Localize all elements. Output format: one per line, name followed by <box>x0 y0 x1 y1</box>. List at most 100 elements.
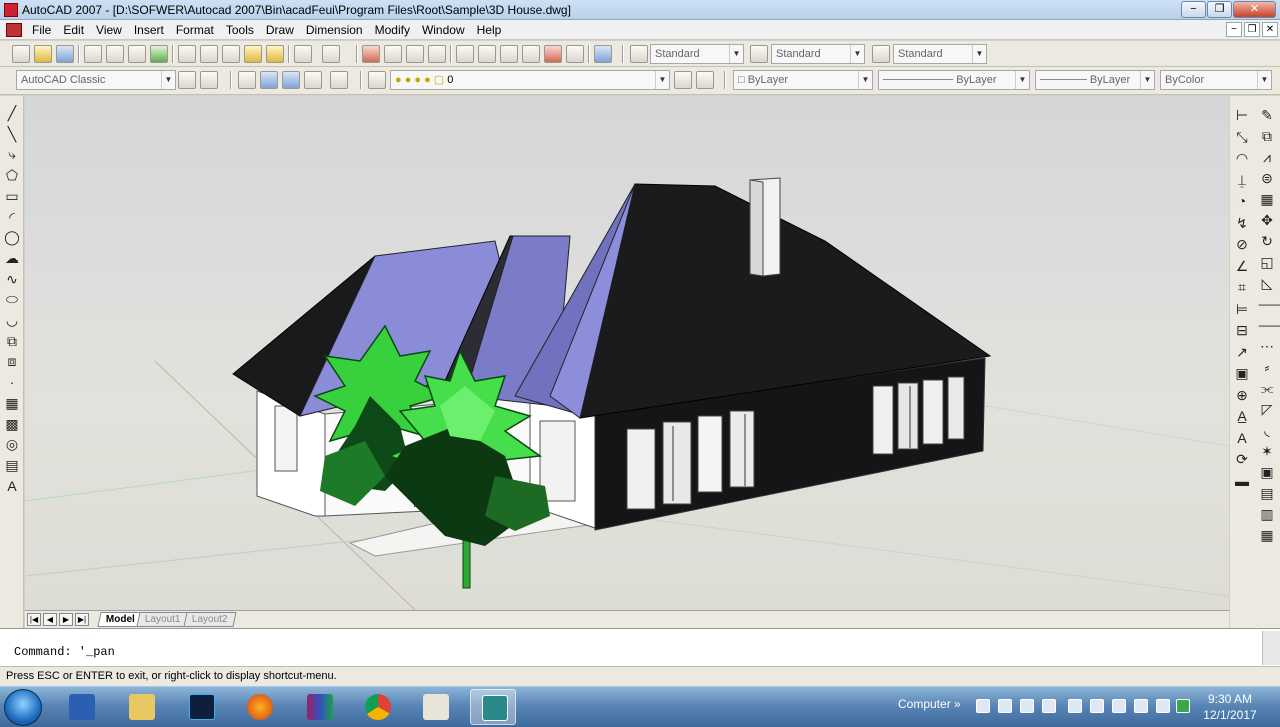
tab-layout2[interactable]: Layout2 <box>183 612 237 627</box>
next-tab-button[interactable]: ▶ <box>59 613 73 626</box>
materials-icon[interactable] <box>304 71 322 89</box>
menu-insert[interactable]: Insert <box>128 20 170 40</box>
menu-view[interactable]: View <box>90 20 128 40</box>
open-icon[interactable] <box>34 45 52 63</box>
zoom-previous-icon[interactable] <box>428 45 446 63</box>
undo-icon[interactable] <box>294 45 312 63</box>
block-editor-icon[interactable] <box>266 45 284 63</box>
workspace-save-icon[interactable] <box>200 71 218 89</box>
tray-app-icon[interactable] <box>998 699 1012 713</box>
make-current-layer-icon[interactable] <box>674 71 692 89</box>
paste-icon[interactable] <box>222 45 240 63</box>
color-select[interactable]: □ ByLayer ▼ <box>733 70 873 90</box>
dim-update-icon[interactable]: ⟳ <box>1233 450 1251 468</box>
cut-icon[interactable] <box>178 45 196 63</box>
draworder-back-icon[interactable]: ▤ <box>1258 484 1276 502</box>
draworder-under-icon[interactable]: ▦ <box>1258 526 1276 544</box>
close-button[interactable]: ✕ <box>1233 1 1276 18</box>
linear-dim-icon[interactable]: ⊢ <box>1233 106 1251 124</box>
firefox-app-button[interactable] <box>236 689 282 725</box>
last-tab-button[interactable]: ▶| <box>75 613 89 626</box>
baseline-icon[interactable]: ⊨ <box>1233 300 1251 318</box>
chamfer-icon[interactable]: ◸ <box>1258 400 1276 418</box>
3d-dwf-icon[interactable] <box>150 45 168 63</box>
polygon-icon[interactable]: ⬠ <box>3 166 21 184</box>
quick-leader-icon[interactable]: ↗ <box>1233 343 1251 361</box>
ellipse-arc-icon[interactable]: ◡ <box>3 311 21 329</box>
lineweight-select[interactable]: ────── ByLayer ▼ <box>1035 70 1155 90</box>
array-icon[interactable]: ▦ <box>1258 190 1276 208</box>
revision-cloud-icon[interactable]: ☁ <box>3 249 21 267</box>
dim-style-icon[interactable] <box>750 45 768 63</box>
mirror-icon[interactable]: ⩘ <box>1258 148 1276 166</box>
table-icon[interactable]: ▤ <box>3 456 21 474</box>
arc-length-icon[interactable]: ◠ <box>1233 149 1251 167</box>
linetype-select[interactable]: ───────── ByLayer ▼ <box>878 70 1030 90</box>
match-properties-icon[interactable] <box>244 45 262 63</box>
menu-modify[interactable]: Modify <box>369 20 416 40</box>
layer-properties-icon[interactable] <box>368 71 386 89</box>
hatch-icon[interactable]: ▦ <box>3 394 21 412</box>
trim-icon[interactable]: ⸺ <box>1258 295 1280 313</box>
point-icon[interactable]: · <box>3 373 21 391</box>
layer-states-icon[interactable] <box>330 71 348 89</box>
draworder-above-icon[interactable]: ▥ <box>1258 505 1276 523</box>
move-icon[interactable]: ✥ <box>1258 211 1276 229</box>
photoshop-app-button[interactable] <box>178 689 224 725</box>
quick-dim-icon[interactable]: ⌗ <box>1233 278 1251 296</box>
workspace-select[interactable]: AutoCAD Classic ▼ <box>16 70 176 90</box>
insert-block-icon[interactable]: ⧉ <box>3 332 21 350</box>
rotate-icon[interactable]: ↻ <box>1258 232 1276 250</box>
tray-app-icon[interactable] <box>1042 699 1056 713</box>
menu-edit[interactable]: Edit <box>57 20 90 40</box>
make-block-icon[interactable]: ⧈ <box>3 352 21 370</box>
extend-icon[interactable]: ⸻ <box>1258 316 1280 334</box>
battery-icon[interactable] <box>1112 699 1126 713</box>
center-mark-icon[interactable]: ⊕ <box>1233 386 1251 404</box>
menu-draw[interactable]: Draw <box>260 20 300 40</box>
paint-app-button[interactable] <box>412 689 458 725</box>
text-style-icon[interactable] <box>630 45 648 63</box>
help-icon[interactable] <box>594 45 612 63</box>
document-icon[interactable] <box>6 23 22 37</box>
scale-icon[interactable]: ◱ <box>1258 253 1276 271</box>
tray-computer-label[interactable]: Computer » <box>898 697 961 711</box>
dim-edit-icon[interactable]: A̲ <box>1233 407 1251 425</box>
ellipse-icon[interactable]: ⬭ <box>3 290 21 308</box>
winrar-app-button[interactable] <box>296 689 342 725</box>
prev-tab-button[interactable]: ◀ <box>43 613 57 626</box>
system-clock[interactable]: 9:30 AM 12/1/2017 <box>1192 691 1268 723</box>
autocad-app-icon[interactable] <box>4 3 18 17</box>
dim-style-select[interactable]: Standard ▼ <box>771 44 865 64</box>
tool-palettes-icon[interactable] <box>500 45 518 63</box>
tolerance-icon[interactable]: ▣ <box>1233 364 1251 382</box>
menu-format[interactable]: Format <box>170 20 220 40</box>
dim-text-edit-icon[interactable]: A <box>1233 429 1251 447</box>
rectangle-icon[interactable]: ▭ <box>3 187 21 205</box>
start-button[interactable] <box>4 689 42 726</box>
doc-close-button[interactable]: ✕ <box>1262 22 1278 37</box>
arc-icon[interactable]: ◜ <box>3 208 21 226</box>
offset-icon[interactable]: ⊜ <box>1258 169 1276 187</box>
extrude-icon[interactable] <box>238 71 256 89</box>
multiline-text-icon[interactable]: A <box>3 477 21 495</box>
save-icon[interactable] <box>56 45 74 63</box>
publish-icon[interactable] <box>128 45 146 63</box>
layer-select[interactable]: ● ● ● ● ▢ 0 ▼ <box>390 70 670 90</box>
radius-icon[interactable]: ◔ <box>1233 192 1251 210</box>
angular-icon[interactable]: ∠ <box>1233 257 1251 275</box>
tray-app-icon[interactable] <box>1090 699 1104 713</box>
diameter-icon[interactable]: ⊘ <box>1233 235 1251 253</box>
command-scrollbar[interactable] <box>1262 631 1280 665</box>
construction-line-icon[interactable]: ╲ <box>3 125 21 143</box>
break-point-icon[interactable]: ⋯ <box>1258 337 1276 355</box>
copy-icon[interactable] <box>200 45 218 63</box>
fillet-icon[interactable]: ◟ <box>1258 421 1276 439</box>
dim-style-icon[interactable]: ▬ <box>1233 472 1251 490</box>
erase-icon[interactable]: ✎ <box>1258 106 1276 124</box>
new-icon[interactable] <box>12 45 30 63</box>
menu-tools[interactable]: Tools <box>220 20 260 40</box>
drawing-viewport[interactable] <box>25 96 1229 610</box>
doc-restore-button[interactable]: ❐ <box>1244 22 1260 37</box>
polyline-icon[interactable]: ⤷ <box>3 145 21 163</box>
